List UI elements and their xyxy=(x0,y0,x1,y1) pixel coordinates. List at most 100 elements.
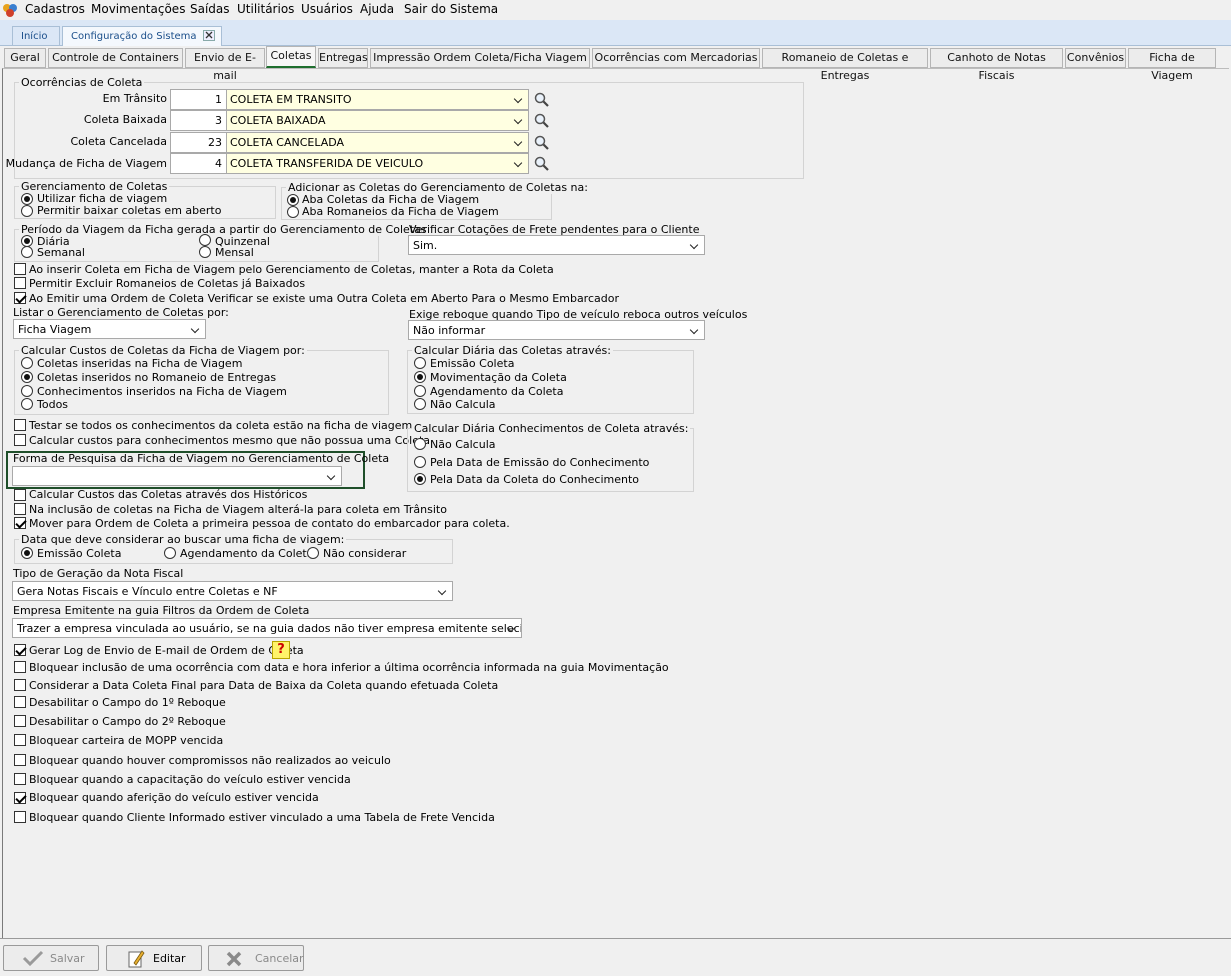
permitir-excluir-checkbox[interactable] xyxy=(14,277,26,289)
mover-contato-checkbox[interactable] xyxy=(14,517,26,529)
coleta-cancelada-select[interactable]: COLETA CANCELADA xyxy=(226,132,529,153)
alterar-transito-label: Na inclusão de coletas na Ficha de Viage… xyxy=(29,503,447,516)
tab-convenios[interactable]: Convênios xyxy=(1065,48,1126,68)
menu-sair[interactable]: Sair do Sistema xyxy=(404,2,498,16)
semanal-radio[interactable] xyxy=(21,246,33,258)
tab-romaneio[interactable]: Romaneio de Coletas e Entregas xyxy=(762,48,928,82)
menu-movimentacoes[interactable]: Movimentações xyxy=(91,2,185,16)
tab-ficha-viagem[interactable]: Ficha de Viagem xyxy=(1128,48,1216,82)
search-icon[interactable] xyxy=(533,155,551,173)
desabilitar-reboque1-checkbox[interactable] xyxy=(14,696,26,708)
chevron-down-icon xyxy=(690,239,700,251)
reboque-select[interactable]: Não informar xyxy=(408,320,705,340)
document-tabs: Início Configuração do Sistema xyxy=(0,20,1231,46)
cancel-icon xyxy=(225,950,243,971)
mudanca-ficha-code-input[interactable]: 4 xyxy=(170,153,227,174)
diaria-conh-opt3-radio[interactable] xyxy=(414,473,426,485)
tipo-nf-select[interactable]: Gera Notas Fiscais e Vínculo entre Colet… xyxy=(12,581,453,601)
coleta-baixada-select[interactable]: COLETA BAIXADA xyxy=(226,110,529,131)
salvar-button[interactable]: Salvar xyxy=(3,945,99,971)
data-agendamento-radio[interactable] xyxy=(164,547,176,559)
editar-button[interactable]: Editar xyxy=(106,945,202,971)
desabilitar-reboque2-checkbox[interactable] xyxy=(14,715,26,727)
chevron-down-icon xyxy=(514,93,524,105)
diaria-conh-opt1-label: Não Calcula xyxy=(430,438,496,451)
bloquear-capacitacao-checkbox[interactable] xyxy=(14,773,26,785)
custos-opt1-radio[interactable] xyxy=(21,357,33,369)
tab-envio-email[interactable]: Envio de E-mail xyxy=(185,48,265,82)
custos-opt2-radio[interactable] xyxy=(21,371,33,383)
bloquear-mopp-checkbox[interactable] xyxy=(14,734,26,746)
verificar-outra-coleta-checkbox[interactable] xyxy=(14,292,26,304)
custos-historicos-checkbox[interactable] xyxy=(14,489,26,501)
diaria-opt2-radio[interactable] xyxy=(414,371,426,383)
diaria-opt3-radio[interactable] xyxy=(414,385,426,397)
custos-opt4-label: Todos xyxy=(37,398,69,411)
calcular-custos-conh-checkbox[interactable] xyxy=(14,434,26,446)
em-transito-select[interactable]: COLETA EM TRANSITO xyxy=(226,89,529,110)
forma-pesquisa-select[interactable] xyxy=(12,466,342,486)
chevron-down-icon xyxy=(438,585,448,597)
custos-opt4-radio[interactable] xyxy=(21,398,33,410)
tab-impressao[interactable]: Impressão Ordem Coleta/Ficha Viagem xyxy=(370,48,590,68)
help-icon[interactable]: ? xyxy=(272,641,290,659)
doc-tab-inicio[interactable]: Início xyxy=(12,26,60,46)
reboque-value: Não informar xyxy=(413,324,486,337)
diaria-opt1-radio[interactable] xyxy=(414,357,426,369)
menu-usuarios[interactable]: Usuários xyxy=(301,2,353,16)
diaria-conh-opt1-radio[interactable] xyxy=(414,438,426,450)
search-icon[interactable] xyxy=(533,112,551,130)
close-icon[interactable] xyxy=(203,30,215,41)
chevron-down-icon xyxy=(514,114,524,126)
tab-canhoto[interactable]: Canhoto de Notas Fiscais xyxy=(930,48,1063,82)
permitir-baixar-radio[interactable] xyxy=(21,205,33,217)
bloquear-afericao-checkbox[interactable] xyxy=(14,792,26,804)
custos-opt2-label: Coletas inseridos no Romaneio de Entrega… xyxy=(37,371,277,384)
tab-controle-containers[interactable]: Controle de Containers xyxy=(48,48,183,68)
utilizar-ficha-radio[interactable] xyxy=(21,193,33,205)
search-icon[interactable] xyxy=(533,134,551,152)
verificar-cotacoes-select[interactable]: Sim. xyxy=(408,235,705,255)
diaria-opt4-radio[interactable] xyxy=(414,398,426,410)
bloquear-ocorrencia-checkbox[interactable] xyxy=(14,661,26,673)
mensal-radio[interactable] xyxy=(199,246,211,258)
gerar-log-checkbox[interactable] xyxy=(14,644,26,656)
aba-coletas-radio[interactable] xyxy=(287,194,299,206)
considerar-data-final-checkbox[interactable] xyxy=(14,679,26,691)
coleta-baixada-code-input[interactable]: 3 xyxy=(170,110,227,131)
menu-utilitarios[interactable]: Utilitários xyxy=(237,2,294,16)
diaria-conh-opt2-radio[interactable] xyxy=(414,456,426,468)
bloquear-tabela-frete-checkbox[interactable] xyxy=(14,811,26,823)
verificar-cotacoes-value: Sim. xyxy=(413,239,438,252)
chevron-down-icon xyxy=(327,470,337,482)
manter-rota-checkbox[interactable] xyxy=(14,263,26,275)
aba-romaneios-radio[interactable] xyxy=(287,206,299,218)
search-icon[interactable] xyxy=(533,91,551,109)
mensal-label: Mensal xyxy=(215,246,254,259)
listar-select[interactable]: Ficha Viagem xyxy=(13,319,206,339)
menu-ajuda[interactable]: Ajuda xyxy=(360,2,394,16)
em-transito-code-input[interactable]: 1 xyxy=(170,89,227,110)
tab-ocorrencias-mercadorias[interactable]: Ocorrências com Mercadorias xyxy=(592,48,760,68)
menu-saidas[interactable]: Saídas xyxy=(190,2,230,16)
custos-opt3-radio[interactable] xyxy=(21,385,33,397)
menu-cadastros[interactable]: Cadastros xyxy=(25,2,85,16)
mudanca-ficha-select[interactable]: COLETA TRANSFERIDA DE VEICULO xyxy=(226,153,529,174)
diaria-title: Calcular Diária das Coletas através: xyxy=(412,344,613,357)
data-nao-considerar-radio[interactable] xyxy=(307,547,319,559)
quinzenal-radio[interactable] xyxy=(199,234,211,246)
editar-label: Editar xyxy=(153,952,186,965)
empresa-emitente-select[interactable]: Trazer a empresa vinculada ao usuário, s… xyxy=(12,618,522,638)
coleta-cancelada-code-input[interactable]: 23 xyxy=(170,132,227,153)
data-emissao-radio[interactable] xyxy=(21,547,33,559)
cancelar-button[interactable]: Cancelar xyxy=(208,945,304,971)
testar-conhecimentos-checkbox[interactable] xyxy=(14,419,26,431)
desabilitar-reboque1-label: Desabilitar o Campo do 1º Reboque xyxy=(29,696,226,709)
tab-geral[interactable]: Geral xyxy=(4,48,46,68)
doc-tab-configuracao[interactable]: Configuração do Sistema xyxy=(62,26,222,46)
alterar-transito-checkbox[interactable] xyxy=(14,503,26,515)
bloquear-afericao-label: Bloquear quando aferição do veículo esti… xyxy=(29,791,319,804)
tab-entregas[interactable]: Entregas xyxy=(318,48,368,68)
bloquear-compromissos-checkbox[interactable] xyxy=(14,754,26,766)
tab-coletas[interactable]: Coletas xyxy=(266,46,316,68)
